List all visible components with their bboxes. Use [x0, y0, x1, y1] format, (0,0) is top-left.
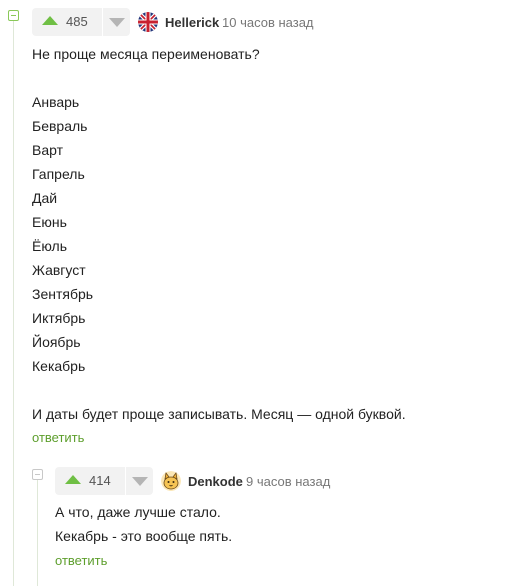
comment-line: Варт [32, 142, 64, 158]
comment-line: Йоябрь [32, 334, 81, 350]
reply-link[interactable]: ответить [32, 430, 502, 445]
thread-line [13, 18, 14, 586]
comment-time: 9 часов назад [246, 474, 331, 489]
collapse-thread-button[interactable] [8, 10, 19, 21]
downvote-button[interactable] [102, 8, 130, 36]
comment-line: Зентябрь [32, 286, 94, 302]
rating-score: 414 [89, 473, 111, 488]
comment-line: А что, даже лучше стало. [55, 504, 221, 520]
comment-line [32, 378, 502, 402]
union-jack-avatar-icon[interactable] [138, 12, 158, 32]
comment-denkode: 414 Denkode 9 часов назад А что, даже лу… [55, 467, 505, 568]
upvote-icon[interactable] [42, 16, 58, 25]
rating-control: 414 [55, 467, 153, 495]
downvote-icon [132, 477, 148, 486]
rating-control: 485 [32, 8, 130, 36]
comment-line: Кекабрь - это вообще пять. [55, 528, 233, 544]
comment-line: Кекабрь [32, 358, 86, 374]
comment-line: Гапрель [32, 166, 85, 182]
collapse-reply-button[interactable] [32, 469, 43, 480]
author-name[interactable]: Hellerick [165, 15, 219, 30]
comment-line: Анварь [32, 94, 80, 110]
comment-time: 10 часов назад [222, 15, 314, 30]
upvote-icon[interactable] [65, 475, 81, 484]
cat-face-avatar-icon[interactable] [161, 471, 181, 491]
comment-header: 414 Denkode 9 часов назад [55, 467, 505, 495]
comment-header: 485 Hellerick 10 часов назад [32, 8, 502, 36]
downvote-button[interactable] [125, 467, 153, 495]
comment-line: И даты будет проще записывать. Месяц — о… [32, 406, 406, 422]
comment-line: Не проще месяца переименовать? [32, 46, 260, 62]
comment-line: Жавгуст [32, 262, 86, 278]
nested-thread-line [37, 478, 38, 586]
comment-body: Не проще месяца переименовать? Анварь Бе… [32, 42, 502, 426]
author-name[interactable]: Denkode [188, 474, 243, 489]
comment-line: Дай [32, 190, 58, 206]
comment-line: Бевраль [32, 118, 88, 134]
comment-line: Еюнь [32, 214, 67, 230]
comment-line: Ёюль [32, 238, 67, 254]
rating-score: 485 [66, 14, 88, 29]
comment-hellerick: 485 Hellerick 10 часов назад Не проще ме… [32, 8, 502, 445]
comment-line [32, 66, 502, 90]
downvote-icon [109, 18, 125, 27]
reply-link[interactable]: ответить [55, 553, 505, 568]
comment-body: А что, даже лучше стало. Кекабрь - это в… [55, 500, 505, 548]
comment-line: Иктябрь [32, 310, 86, 326]
